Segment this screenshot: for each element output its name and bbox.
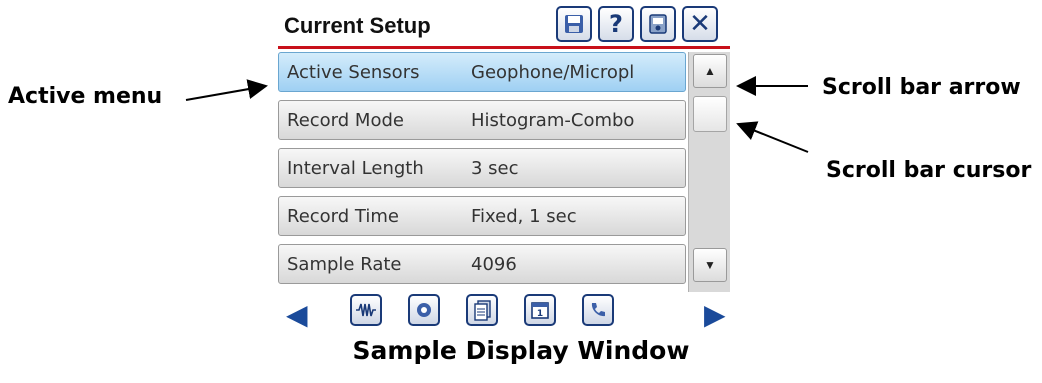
nav-right-icon[interactable]: ▶: [704, 298, 726, 331]
setting-value: Histogram-Combo: [471, 110, 635, 131]
device-icon[interactable]: [640, 6, 676, 42]
scroll-bar[interactable]: ▲ ▼: [688, 52, 730, 292]
setting-row-record-time[interactable]: Record Time Fixed, 1 sec: [278, 196, 686, 236]
setting-value: Fixed, 1 sec: [471, 206, 577, 227]
setting-key: Active Sensors: [287, 62, 420, 83]
sensor-icon[interactable]: [408, 294, 440, 326]
setting-row-record-mode[interactable]: Record Mode Histogram-Combo: [278, 100, 686, 140]
close-icon[interactable]: ✕: [682, 6, 718, 42]
nav-left-icon[interactable]: ◀: [286, 298, 308, 331]
setting-row-active-sensors[interactable]: Active Sensors Geophone/Micropl: [278, 52, 686, 92]
waveform-icon[interactable]: [350, 294, 382, 326]
scroll-bar-cursor[interactable]: [693, 96, 727, 132]
scroll-up-arrow-icon[interactable]: ▲: [693, 54, 727, 88]
title-divider: [278, 46, 730, 49]
setting-key: Interval Length: [287, 158, 424, 179]
title-bar: Current Setup ? ✕: [278, 0, 730, 46]
setting-key: Record Mode: [287, 110, 404, 131]
phone-icon[interactable]: [582, 294, 614, 326]
device-window: Current Setup ? ✕ Active Sensors Geophon…: [278, 0, 730, 332]
setting-row-interval-length[interactable]: Interval Length 3 sec: [278, 148, 686, 188]
help-icon[interactable]: ?: [598, 6, 634, 42]
bottom-toolbar: ◀ 1 ▶: [278, 292, 730, 332]
setting-key: Record Time: [287, 206, 399, 227]
setting-key: Sample Rate: [287, 254, 402, 275]
setting-value: 4096: [471, 254, 517, 275]
setting-row-sample-rate[interactable]: Sample Rate 4096: [278, 244, 686, 284]
documents-icon[interactable]: [466, 294, 498, 326]
svg-text:1: 1: [537, 309, 543, 319]
calendar-icon[interactable]: 1: [524, 294, 556, 326]
setting-value: 3 sec: [471, 158, 519, 179]
setting-value: Geophone/Micropl: [471, 62, 635, 83]
scroll-down-arrow-icon[interactable]: ▼: [693, 248, 727, 282]
save-icon[interactable]: [556, 6, 592, 42]
window-title: Current Setup: [284, 13, 431, 38]
figure-caption: Sample Display Window: [352, 336, 690, 365]
